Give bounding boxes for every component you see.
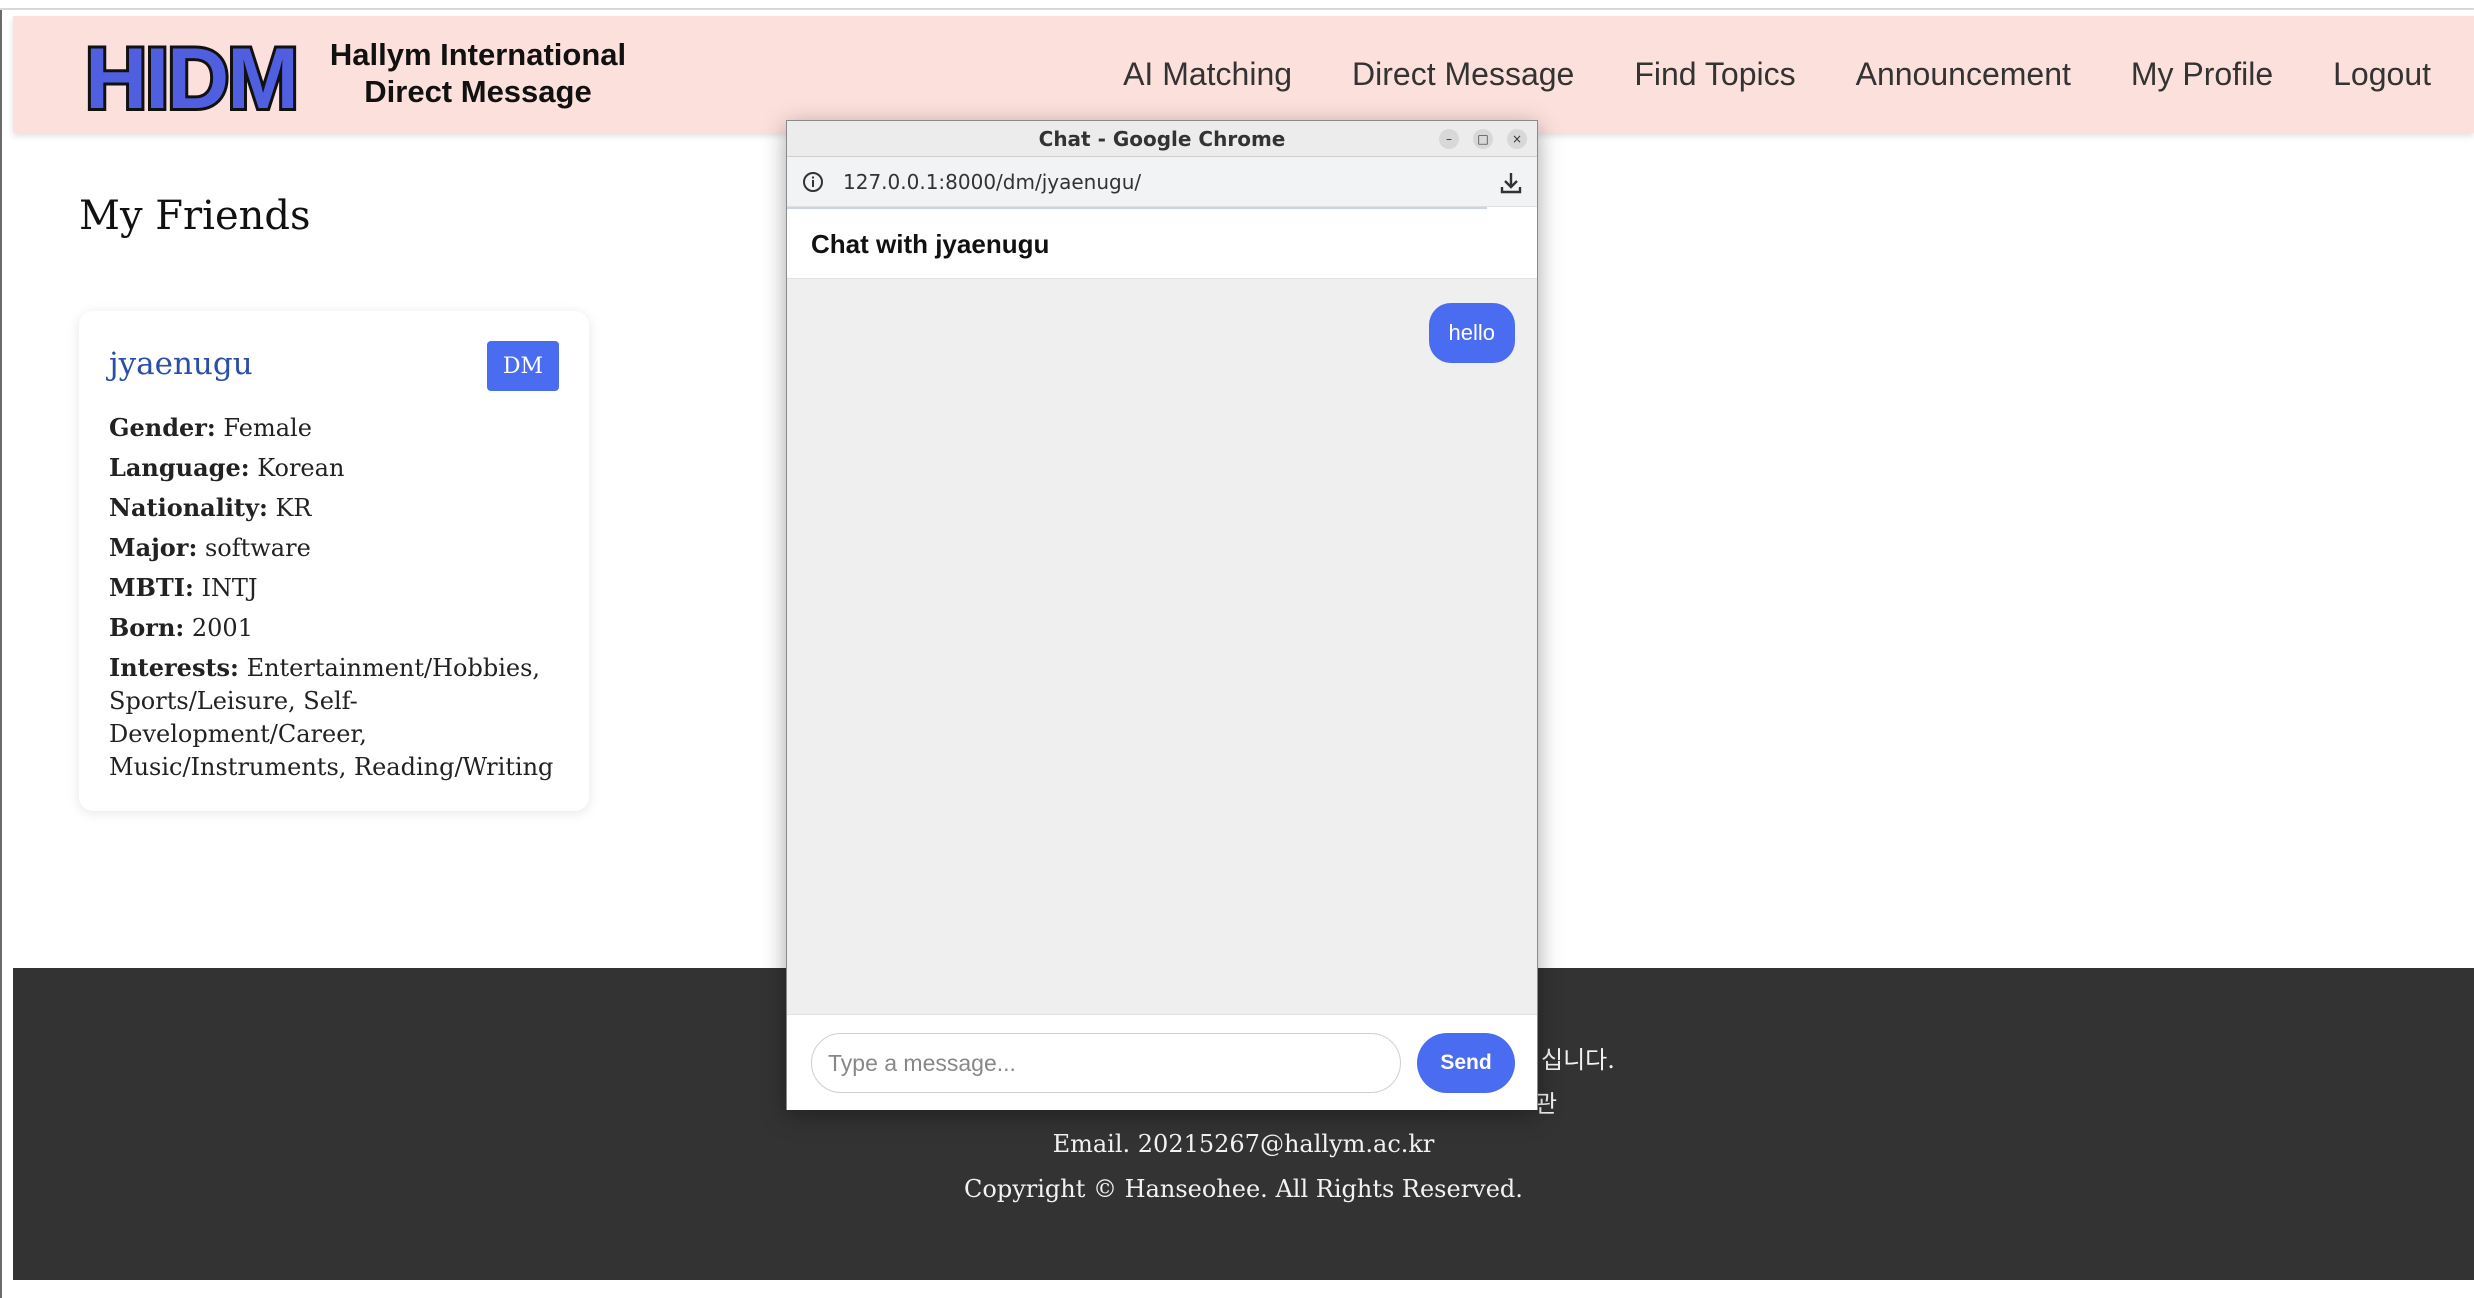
address-bar: 127.0.0.1:8000/dm/jyaenugu/ — [787, 157, 1537, 207]
window-left-edge — [0, 10, 2, 1298]
main-nav: AI Matching Direct Message Find Topics A… — [1093, 16, 2461, 133]
info-mbti: MBTI: INTJ — [109, 571, 559, 605]
info-interests: Interests: Entertainment/Hobbies, Sports… — [109, 651, 559, 784]
nav-find-topics[interactable]: Find Topics — [1604, 56, 1825, 93]
info-key: Nationality: — [109, 493, 268, 522]
site-name: Hallym International Direct Message — [323, 36, 633, 110]
site-header: HIDM Hallym International Direct Message… — [13, 16, 2474, 133]
close-icon[interactable]: × — [1507, 129, 1527, 149]
footer-line-2: 관 — [1535, 1090, 1558, 1118]
message-input[interactable] — [811, 1033, 1401, 1093]
page-title: My Friends — [79, 193, 311, 239]
info-born: Born: 2001 — [109, 611, 559, 645]
send-button[interactable]: Send — [1417, 1033, 1515, 1093]
chat-header: Chat with jyaenugu — [787, 209, 1537, 279]
info-key: Major: — [109, 533, 198, 562]
info-icon[interactable] — [801, 170, 825, 194]
info-value: Korean — [257, 454, 345, 482]
nav-logout[interactable]: Logout — [2303, 56, 2461, 93]
footer-line-1: 십니다. — [1541, 1046, 1615, 1074]
minimize-icon[interactable]: – — [1439, 129, 1459, 149]
info-language: Language: Korean — [109, 451, 559, 485]
info-value: KR — [275, 494, 312, 522]
message-bubble-sent: hello — [1428, 303, 1515, 363]
info-value: 2001 — [191, 614, 253, 642]
info-major: Major: software — [109, 531, 559, 565]
friend-name[interactable]: jyaenugu — [109, 346, 253, 382]
dm-button[interactable]: DM — [487, 341, 559, 391]
chat-input-area: Send — [787, 1014, 1537, 1110]
download-icon[interactable] — [1497, 169, 1525, 197]
info-key: Interests: — [109, 653, 239, 682]
friend-info: Gender: Female Language: Korean National… — [109, 411, 559, 790]
site-name-line1: Hallym International — [329, 37, 627, 72]
nav-ai-matching[interactable]: AI Matching — [1093, 56, 1322, 93]
popup-title: Chat - Google Chrome — [1038, 127, 1286, 151]
logo-text: HIDM — [85, 32, 297, 124]
info-key: Born: — [109, 613, 185, 642]
address-url[interactable]: 127.0.0.1:8000/dm/jyaenugu/ — [843, 157, 1141, 207]
info-value: Female — [223, 414, 312, 442]
chat-popup-window: Chat - Google Chrome – □ × 127.0.0.1:800… — [786, 120, 1538, 1110]
popup-titlebar[interactable]: Chat - Google Chrome – □ × — [787, 121, 1537, 157]
info-key: MBTI: — [109, 573, 194, 602]
maximize-icon[interactable]: □ — [1473, 129, 1493, 149]
footer-email: Email. 20215267@hallym.ac.kr — [1052, 1130, 1435, 1158]
info-key: Language: — [109, 453, 250, 482]
info-nationality: Nationality: KR — [109, 491, 559, 525]
info-value: INTJ — [201, 574, 258, 602]
info-gender: Gender: Female — [109, 411, 559, 445]
nav-my-profile[interactable]: My Profile — [2101, 56, 2303, 93]
nav-announcement[interactable]: Announcement — [1826, 56, 2101, 93]
window-top-border — [0, 0, 2474, 10]
hidm-logo[interactable]: HIDM — [79, 32, 303, 124]
info-key: Gender: — [109, 413, 216, 442]
friend-card: jyaenugu DM Gender: Female Language: Kor… — [79, 311, 589, 811]
info-value: software — [204, 534, 311, 562]
chat-messages[interactable]: hello — [787, 279, 1537, 1014]
nav-direct-message[interactable]: Direct Message — [1322, 56, 1604, 93]
site-name-line2: Direct Message — [364, 74, 592, 109]
chat-title: Chat with jyaenugu — [811, 229, 1050, 259]
footer-copyright: Copyright © Hanseohee. All Rights Reserv… — [964, 1175, 1523, 1203]
